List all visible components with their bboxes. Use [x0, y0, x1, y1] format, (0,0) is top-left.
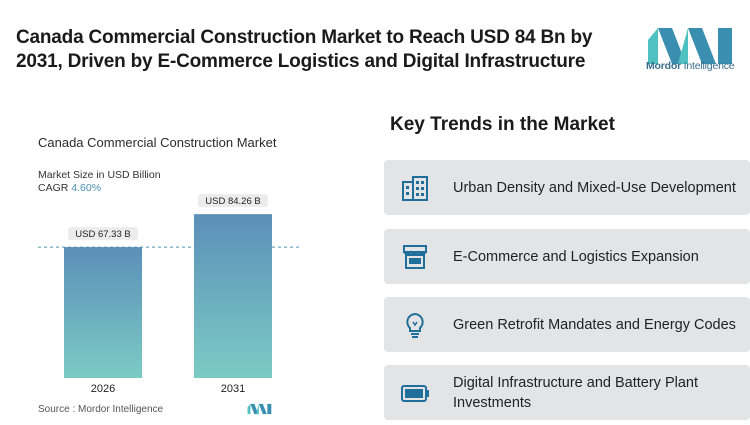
trend-item-digital-infra: Digital Infrastructure and Battery Plant… — [384, 365, 750, 420]
x-tick-label: 2026 — [91, 383, 115, 395]
trends-title: Key Trends in the Market — [390, 114, 615, 135]
bar-chart: USD 67.33 B 2026 USD 84.26 B 2031 — [38, 194, 300, 395]
cagr-label: CAGR — [38, 182, 69, 194]
cagr: CAGR 4.60% — [38, 182, 101, 194]
data-label: USD 84.26 B — [205, 196, 260, 207]
trend-label: Digital Infrastructure and Battery Plant… — [453, 374, 699, 411]
trend-item-ecommerce: E-Commerce and Logistics Expansion — [384, 229, 750, 284]
chart-subtitle: Market Size in USD Billion — [38, 169, 161, 181]
brand-name: Mordor Intelligence — [646, 60, 735, 72]
bar-2026 — [64, 247, 142, 378]
storefront-icon — [399, 241, 431, 273]
mordor-mini-logo — [247, 403, 272, 415]
trend-item-green-retrofit: Green Retrofit Mandates and Energy Codes — [384, 297, 750, 352]
chart-title: Canada Commercial Construction Market — [38, 135, 277, 150]
data-label: USD 67.33 B — [75, 229, 130, 240]
trend-label: E-Commerce and Logistics Expansion — [453, 248, 699, 265]
page-headline: Canada Commercial Construction Market to… — [16, 27, 593, 72]
source-note: Source : Mordor Intelligence — [38, 404, 164, 415]
bar-2031 — [194, 214, 272, 378]
trend-item-urban-density: Urban Density and Mixed-Use Development — [384, 160, 750, 215]
lightbulb-icon — [399, 309, 431, 341]
trend-label: Urban Density and Mixed-Use Development — [453, 179, 736, 196]
trend-label: Green Retrofit Mandates and Energy Codes — [453, 316, 736, 333]
cagr-value: 4.60% — [71, 182, 102, 194]
battery-icon — [399, 377, 431, 409]
x-tick-label: 2031 — [221, 383, 245, 395]
buildings-icon — [399, 172, 431, 204]
